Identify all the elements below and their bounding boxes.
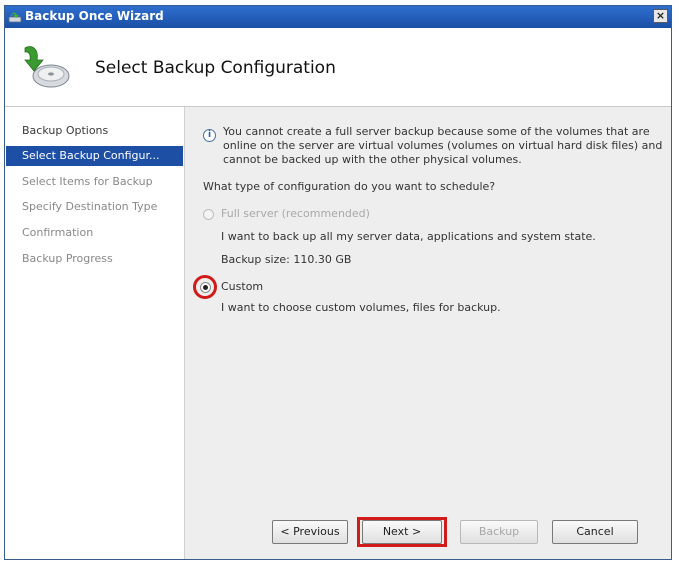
step-specify-destination-type: Specify Destination Type — [22, 200, 158, 213]
wizard-content: i You cannot create a full server backup… — [185, 107, 671, 559]
configuration-question: What type of configuration do you want t… — [203, 180, 496, 193]
step-confirmation: Confirmation — [22, 226, 94, 239]
close-button[interactable]: × — [653, 9, 668, 23]
full-server-label[interactable]: Full server (recommended) — [221, 207, 370, 220]
page-title: Select Backup Configuration — [95, 58, 336, 78]
wizard-window: Backup Once Wizard × Select Backup Confi… — [4, 5, 672, 560]
info-message: You cannot create a full server backup b… — [223, 125, 663, 166]
next-button[interactable]: Next > — [362, 520, 442, 544]
title-bar[interactable]: Backup Once Wizard × — [5, 6, 671, 28]
step-select-items-for-backup: Select Items for Backup — [22, 175, 153, 188]
info-icon: i — [203, 129, 216, 142]
wizard-header: Select Backup Configuration — [5, 28, 671, 107]
wizard-steps-sidebar: Backup Options Select Backup Configur...… — [5, 107, 185, 559]
full-server-radio[interactable] — [203, 209, 214, 220]
custom-description: I want to choose custom volumes, files f… — [221, 301, 501, 314]
backup-drive-icon — [24, 46, 70, 88]
step-backup-options[interactable]: Backup Options — [6, 121, 183, 141]
backup-size-text: Backup size: 110.30 GB — [221, 253, 352, 266]
full-server-description: I want to back up all my server data, ap… — [221, 230, 596, 243]
custom-label[interactable]: Custom — [221, 280, 263, 293]
cancel-button[interactable]: Cancel — [552, 520, 638, 544]
backup-app-icon — [8, 12, 22, 23]
close-icon: × — [655, 9, 666, 22]
step-select-backup-configuration[interactable]: Select Backup Configur... — [6, 146, 183, 166]
backup-button: Backup — [460, 520, 538, 544]
step-backup-progress: Backup Progress — [22, 252, 113, 265]
window-title: Backup Once Wizard — [25, 9, 164, 23]
previous-button[interactable]: < Previous — [272, 520, 348, 544]
custom-radio[interactable] — [200, 282, 211, 293]
